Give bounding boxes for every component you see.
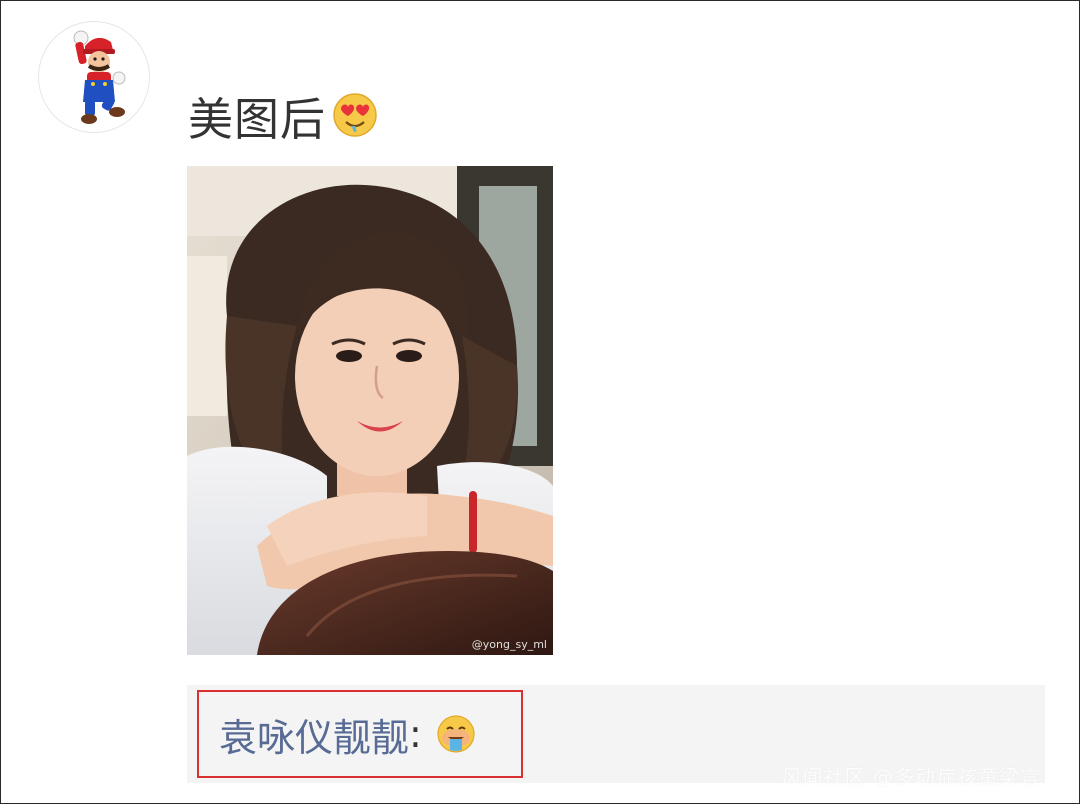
mario-avatar-icon (73, 30, 126, 124)
post-text: 美图后 (188, 87, 378, 146)
photo-watermark: @yong_sy_ml (471, 638, 547, 651)
moment-post: 美图后 @yong_sy_ml 袁咏仪靓靓: 风闻社区 @多动症孩童梁言 (0, 0, 1080, 804)
comment-author-link[interactable]: 袁咏仪靓靓 (219, 707, 409, 762)
comment-item[interactable]: 袁咏仪靓靓 : (197, 690, 523, 778)
comment-separator: : (409, 712, 422, 756)
post-photo[interactable]: @yong_sy_ml (187, 166, 553, 655)
site-watermark: 风闻社区 @多动症孩童梁言 (781, 765, 1041, 789)
avatar[interactable] (38, 21, 150, 133)
heart-eyes-drooling-emoji-icon (332, 92, 378, 138)
drooling-face-emoji-icon (436, 714, 476, 754)
portrait-image (187, 166, 553, 655)
post-text-label: 美图后 (188, 92, 327, 146)
